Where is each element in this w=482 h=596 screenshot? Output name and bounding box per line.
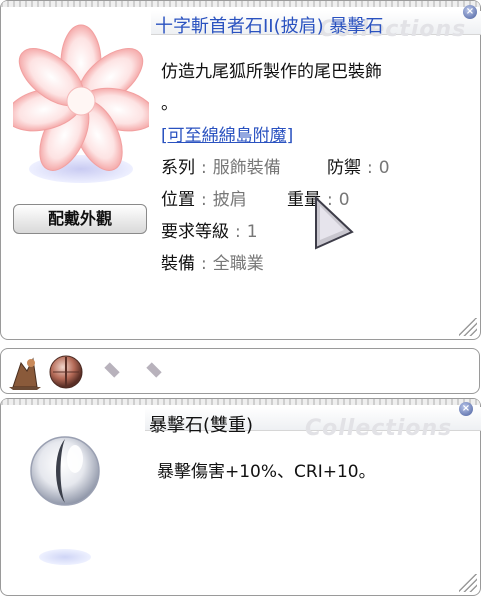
card-image: [13, 419, 139, 589]
stat-defense-row: 防禦:0: [327, 158, 390, 178]
close-icon[interactable]: ×: [463, 5, 477, 19]
item-title: 十字斬首者石II(披肩) 暴擊石: [155, 16, 384, 37]
card-slot-icon[interactable]: [7, 353, 43, 395]
card-title: 暴擊石(雙重): [149, 415, 254, 436]
stat-equip-row: 裝備: 全職業: [161, 254, 264, 274]
item-description-cont: 。: [161, 94, 178, 114]
stat-level-row: 要求等級:1: [161, 222, 258, 242]
card-effect: 暴擊傷害+10%、CRI+10。: [157, 462, 376, 482]
item-info-window: Collections 十字斬首者石II(披肩) 暴擊石 × 配戴外觀 仿造九尾…: [0, 0, 481, 340]
enchant-link[interactable]: [可至綿綿島附魔]: [161, 121, 293, 146]
stat-defense-value: 0: [378, 158, 390, 178]
orb-graphic: [49, 355, 83, 389]
stat-position-label: 位置: [161, 190, 195, 210]
resize-grip[interactable]: [459, 318, 477, 336]
stat-weight-row: 重量:0: [287, 190, 350, 210]
card-slot-graphic: [9, 357, 41, 390]
orb-slot-icon[interactable]: [47, 353, 85, 395]
close-icon[interactable]: ×: [459, 402, 473, 416]
stat-defense-label: 防禦: [327, 158, 361, 178]
window-top-stripe: [1, 1, 480, 7]
empty-slot-icon[interactable]: [104, 362, 120, 378]
fox-tail-flower-icon: [6, 24, 156, 183]
stat-type-row: 系列: 服飾裝備: [161, 158, 281, 178]
stat-position-row: 位置: 披肩: [161, 190, 247, 210]
stat-type-label: 系列: [161, 158, 195, 178]
stat-equip-value: 全職業: [212, 254, 264, 274]
stat-position-value: 披肩: [212, 190, 247, 210]
item-image: [6, 19, 156, 195]
stat-level-label: 要求等級: [161, 222, 229, 242]
stat-weight-value: 0: [338, 190, 350, 210]
resize-grip[interactable]: [459, 574, 477, 592]
stat-type-value: 服飾裝備: [212, 158, 281, 178]
wear-appearance-button[interactable]: 配戴外觀: [13, 204, 147, 234]
card-info-window: Collections 暴擊石(雙重) × 暴擊傷害+10%、CRI+10。: [0, 398, 481, 596]
item-description: 仿造九尾狐所製作的尾巴裝飾: [161, 62, 382, 82]
window-top-stripe: [1, 399, 480, 405]
stat-weight-label: 重量: [287, 190, 321, 210]
crystal-orb-icon: [30, 436, 100, 565]
stat-level-value: 1: [246, 222, 258, 242]
stat-equip-label: 裝備: [161, 254, 195, 274]
empty-slot-icon[interactable]: [146, 362, 162, 378]
card-slot-bar: [0, 348, 480, 394]
